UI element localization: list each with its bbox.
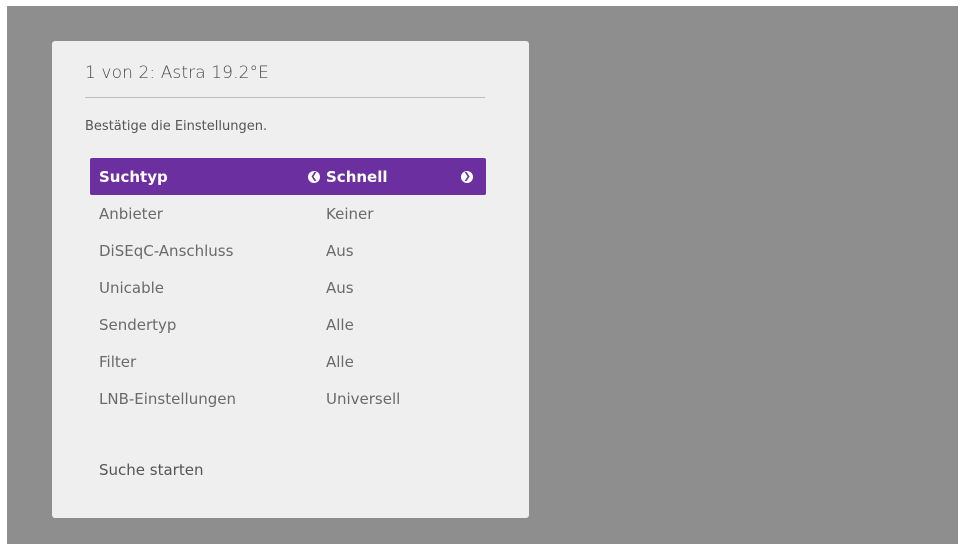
setting-row-diseqc[interactable]: DiSEqC-Anschluss Aus [90, 232, 486, 269]
setting-value: Schnell [326, 167, 388, 186]
title-divider [85, 97, 485, 98]
dialog-title: 1 von 2: Astra 19.2°E [85, 63, 269, 83]
setting-value: Universell [326, 389, 401, 408]
tv-screen: 1 von 2: Astra 19.2°E Bestätige die Eins… [7, 6, 958, 544]
setting-label: Suchtyp [99, 167, 168, 186]
setting-row-suchtyp[interactable]: Suchtyp ❮ Schnell ❯ [90, 158, 486, 195]
setting-value: Aus [326, 241, 354, 260]
start-search-button[interactable]: Suche starten [99, 461, 203, 479]
settings-list: Suchtyp ❮ Schnell ❯ Anbieter Keiner DiSE… [90, 158, 486, 417]
setting-label: Filter [99, 352, 137, 371]
setting-value: Aus [326, 278, 354, 297]
setting-value: Alle [326, 315, 354, 334]
setting-label: Unicable [99, 278, 165, 297]
chevron-left-icon[interactable]: ❮ [308, 170, 320, 183]
chevron-right-icon[interactable]: ❯ [461, 170, 473, 183]
setting-label: DiSEqC-Anschluss [99, 241, 234, 260]
setting-label: LNB-Einstellungen [99, 389, 236, 408]
setting-row-lnb[interactable]: LNB-Einstellungen Universell [90, 380, 486, 417]
setting-value: Alle [326, 352, 354, 371]
setting-label: Anbieter [99, 204, 163, 223]
setting-row-unicable[interactable]: Unicable Aus [90, 269, 486, 306]
setting-row-filter[interactable]: Filter Alle [90, 343, 486, 380]
settings-dialog: 1 von 2: Astra 19.2°E Bestätige die Eins… [52, 41, 529, 518]
setting-value: Keiner [326, 204, 374, 223]
dialog-subtitle: Bestätige die Einstellungen. [85, 119, 268, 134]
setting-row-anbieter[interactable]: Anbieter Keiner [90, 195, 486, 232]
setting-label: Sendertyp [99, 315, 177, 334]
setting-row-sendertyp[interactable]: Sendertyp Alle [90, 306, 486, 343]
